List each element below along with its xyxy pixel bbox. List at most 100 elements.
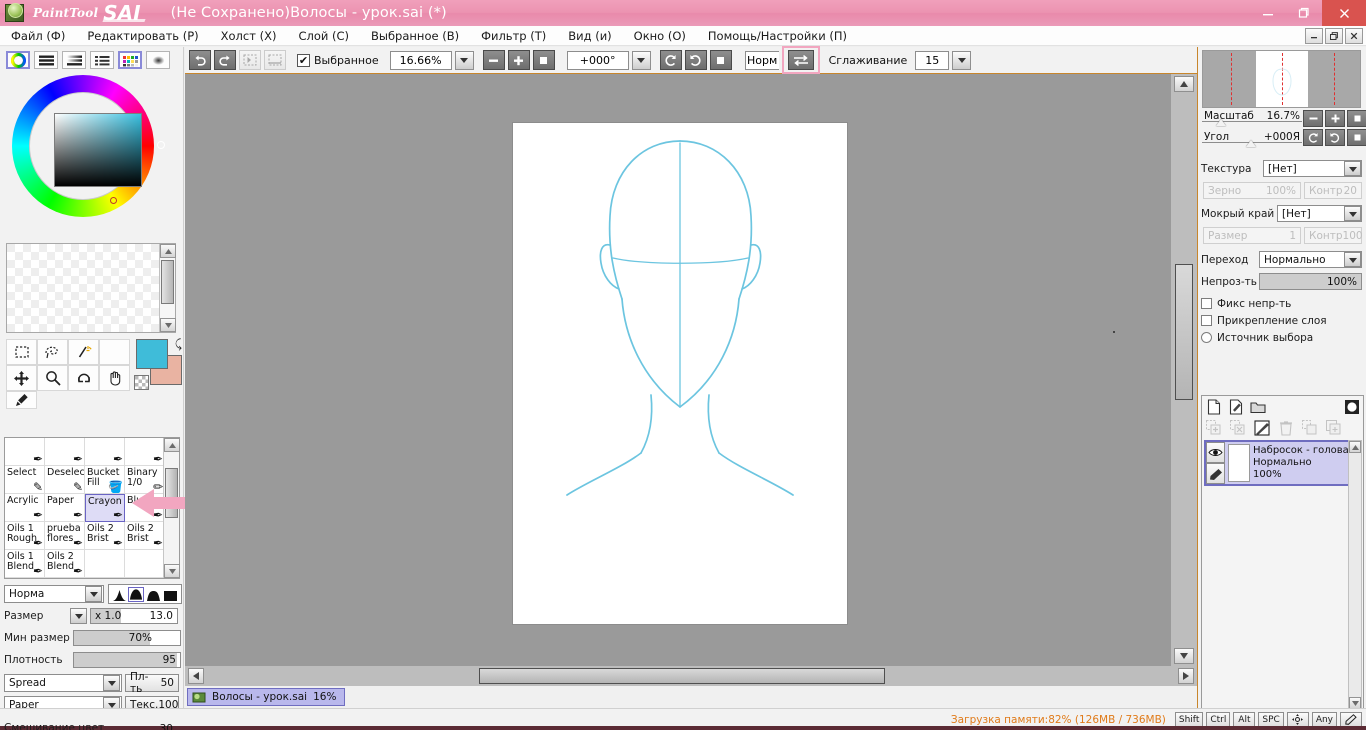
merge-down-icon[interactable]	[1301, 419, 1318, 436]
canvas-angle-field[interactable]: +000°	[566, 50, 629, 70]
swap-colors-icon[interactable]: ⤹	[175, 337, 182, 352]
rotate-reset-button[interactable]	[709, 50, 732, 70]
eyedropper-icon[interactable]	[6, 391, 37, 409]
blend-mode-field[interactable]: Норм	[744, 50, 779, 70]
flat-tip-icon[interactable]	[145, 587, 161, 602]
layer-visibility-icon[interactable]	[1206, 442, 1225, 463]
sharp-tip-icon[interactable]	[111, 587, 127, 602]
rect-select-icon[interactable]	[6, 339, 37, 365]
smoothing-value-field[interactable]: 15	[915, 50, 950, 70]
brush-cell-oils1-rough[interactable]: Oils 1 Rough ✒	[5, 522, 45, 550]
canvas-scroll-up-arrow[interactable]	[1174, 76, 1194, 92]
brush-cell[interactable]: ✒	[125, 438, 165, 466]
layer-list-scrollbar[interactable]	[1348, 440, 1362, 710]
brush-cell[interactable]: ✒	[45, 438, 85, 466]
lock-opacity-checkbox[interactable]	[1201, 298, 1212, 309]
selection-source-radio[interactable]	[1201, 332, 1212, 343]
menu-item-layer[interactable]: Слой (C)	[287, 26, 360, 46]
layer-select-pen-icon[interactable]	[1206, 463, 1225, 484]
angle-dropdown-button[interactable]	[631, 50, 651, 70]
scratchpad-scroll-down-arrow[interactable]	[160, 318, 176, 332]
selection-checkbox[interactable]: ✔	[297, 53, 310, 67]
color-list-mode-button[interactable]	[90, 51, 114, 69]
chevron-down-icon[interactable]	[1344, 206, 1361, 221]
brush-cell-crayon[interactable]: Crayon ✒	[85, 494, 125, 522]
navigator-rotate-cw-button[interactable]	[1325, 129, 1345, 146]
brush-cell-empty-b[interactable]	[125, 550, 165, 578]
brush-cell-bucket-fill[interactable]: Bucket Fill 🪣	[85, 466, 125, 494]
nav-back-button[interactable]	[239, 50, 261, 70]
new-linework-layer-icon[interactable]	[1227, 398, 1244, 415]
scratchpad[interactable]	[6, 243, 176, 333]
menu-item-view[interactable]: Вид (и)	[557, 26, 622, 46]
document-tab[interactable]: Волосы - урок.sai 16%	[187, 688, 346, 706]
primary-color-swatch[interactable]	[136, 339, 168, 369]
layer-list-item[interactable]: Набросок - голова Нормально 100%	[1204, 440, 1361, 486]
hand-icon[interactable]	[99, 365, 130, 391]
brush-list-scrollbar[interactable]	[163, 438, 180, 578]
brush-cell-select[interactable]: Select ✎	[5, 466, 45, 494]
delete-layer-icon[interactable]	[1277, 419, 1294, 436]
brush-cell-acrylic[interactable]: Acrylic ✒	[5, 494, 45, 522]
brush-cell-oils2-brist-a[interactable]: Oils 2 Brist ✒	[85, 522, 125, 550]
undo-button[interactable]	[189, 50, 211, 70]
new-folder-icon[interactable]	[1249, 398, 1266, 415]
selection-checkbox-group[interactable]: ✔ Выбранное	[297, 53, 379, 67]
zoom-reset-button[interactable]	[532, 50, 555, 70]
chevron-down-icon[interactable]	[1344, 161, 1361, 176]
menu-item-file[interactable]: Файл (Ф)	[0, 26, 76, 46]
color-wheel-mode-button[interactable]	[6, 51, 30, 69]
navigator-zoom-reset-button[interactable]	[1347, 110, 1366, 127]
rotate-cw-button[interactable]	[684, 50, 707, 70]
mdi-close-button[interactable]	[1345, 28, 1363, 44]
square-tip-icon[interactable]	[162, 587, 178, 602]
clipping-checkbox[interactable]	[1201, 315, 1212, 326]
brush-scroll-down-arrow[interactable]	[164, 564, 180, 578]
zoom-in-button[interactable]	[507, 50, 530, 70]
navigator-zoom-in-button[interactable]	[1325, 110, 1345, 127]
canvas-scroll-left-arrow[interactable]	[188, 668, 204, 684]
menu-item-filter[interactable]: Фильтр (Т)	[470, 26, 557, 46]
navigator-rotate-ccw-button[interactable]	[1303, 129, 1323, 146]
zoom-out-button[interactable]	[482, 50, 505, 70]
canvas-viewport[interactable]	[185, 74, 1197, 666]
navigator-rotate-reset-button[interactable]	[1347, 129, 1366, 146]
duplicate-layer-icon[interactable]	[1325, 419, 1342, 436]
brush-cell[interactable]: ✒	[85, 438, 125, 466]
menu-item-window[interactable]: Окно (О)	[623, 26, 697, 46]
brush-blend-mode-combo[interactable]: Норма	[4, 585, 104, 603]
brush-cell[interactable]: ✒	[5, 438, 45, 466]
brush-cell-blur[interactable]: Blur ✒	[125, 494, 165, 522]
brush-texture-combo[interactable]: Spread	[4, 674, 122, 692]
scratchpad-scroll-thumb[interactable]	[161, 260, 174, 304]
rgb-slider-mode-button[interactable]	[34, 51, 58, 69]
zoom-icon[interactable]	[37, 365, 68, 391]
brush-cell-oils1-blend[interactable]: Oils 1 Blend ✒	[5, 550, 45, 578]
menu-item-help[interactable]: Помощь/Настройки (П)	[697, 26, 858, 46]
remove-mask-icon[interactable]	[1229, 419, 1246, 436]
empty-tool-slot[interactable]	[99, 339, 130, 365]
brush-cell-paper[interactable]: Paper ✒	[45, 494, 85, 522]
scratchpad-scroll-up-arrow[interactable]	[160, 244, 176, 258]
texture-combo[interactable]: [Нет]	[1263, 160, 1362, 177]
chevron-down-icon[interactable]	[85, 586, 102, 602]
wet-edge-combo[interactable]: [Нет]	[1277, 205, 1362, 222]
canvas-scroll-thumb-vertical[interactable]	[1175, 264, 1193, 400]
opacity-slider[interactable]: 100%	[1259, 273, 1362, 290]
chevron-down-icon[interactable]	[103, 675, 120, 691]
transparent-color-swatch[interactable]	[134, 375, 149, 390]
brush-cell-empty-a[interactable]	[85, 550, 125, 578]
round-tip-icon[interactable]	[128, 586, 144, 602]
menu-item-selection[interactable]: Выбранное (B)	[360, 26, 470, 46]
gradient-mode-button[interactable]	[146, 51, 170, 69]
brush-scroll-up-arrow[interactable]	[164, 438, 180, 452]
lasso-select-icon[interactable]	[37, 339, 68, 365]
window-maximize-button[interactable]	[1286, 0, 1322, 26]
menu-item-canvas[interactable]: Холст (X)	[210, 26, 288, 46]
navigator-scale-slider[interactable]: Масштаб 16.7%	[1202, 110, 1302, 126]
rotate-icon[interactable]	[68, 365, 99, 391]
zoom-level-field[interactable]: 16.66%	[389, 50, 452, 70]
clear-layer-icon[interactable]	[1253, 419, 1270, 436]
rotate-ccw-button[interactable]	[659, 50, 682, 70]
canvas-scroll-down-arrow[interactable]	[1174, 648, 1194, 664]
